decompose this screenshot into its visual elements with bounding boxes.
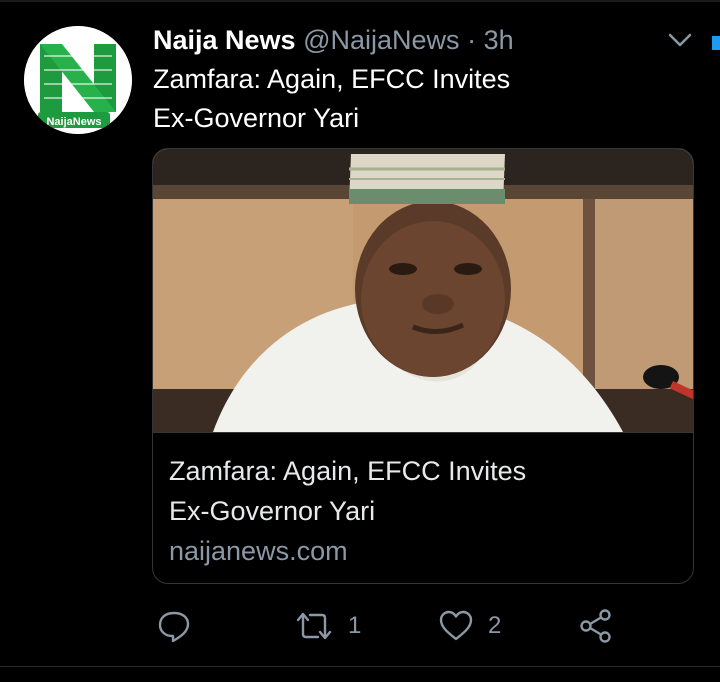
top-divider — [0, 0, 720, 2]
tweet-text: Zamfara: Again, EFCC Invites Ex-Governor… — [153, 60, 653, 138]
like-button[interactable]: 2 — [438, 606, 501, 646]
display-name[interactable]: Naija News — [153, 25, 296, 55]
card-title-line: Zamfara: Again, EFCC Invites — [169, 456, 527, 486]
card-title: Zamfara: Again, EFCC Invites Ex-Governor… — [169, 451, 669, 531]
tweet-text-line: Ex-Governor Yari — [153, 103, 360, 133]
link-card[interactable]: Zamfara: Again, EFCC Invites Ex-Governor… — [152, 148, 694, 584]
separator: · — [467, 25, 477, 55]
timestamp[interactable]: 3h — [484, 25, 514, 55]
bottom-divider — [0, 666, 720, 667]
tweet-text-line: Zamfara: Again, EFCC Invites — [153, 64, 511, 94]
card-title-line: Ex-Governor Yari — [169, 496, 376, 526]
chevron-down-icon[interactable] — [664, 28, 696, 52]
heart-icon — [439, 610, 473, 641]
tweet[interactable]: NaijaNews Naija News @NaijaNews · 3h Zam… — [0, 0, 720, 682]
card-image[interactable] — [153, 149, 693, 432]
like-count: 2 — [488, 612, 502, 639]
action-bar: 1 2 — [152, 606, 672, 646]
retweet-button[interactable]: 1 — [294, 606, 361, 646]
tweet-header: Naija News @NaijaNews · 3h — [153, 24, 514, 56]
avatar[interactable]: NaijaNews — [24, 26, 132, 134]
edge-indicator — [712, 36, 720, 50]
handle[interactable]: @NaijaNews — [303, 25, 459, 55]
card-body[interactable]: Zamfara: Again, EFCC Invites Ex-Governor… — [153, 432, 693, 583]
share-icon — [580, 609, 611, 643]
reply-icon — [158, 611, 190, 643]
reply-button[interactable] — [156, 606, 192, 646]
avatar-logo-text: NaijaNews — [46, 116, 101, 128]
card-domain: naijanews.com — [169, 536, 348, 566]
retweet-count: 1 — [348, 612, 362, 639]
retweet-icon — [296, 612, 332, 640]
share-button[interactable] — [578, 606, 614, 646]
